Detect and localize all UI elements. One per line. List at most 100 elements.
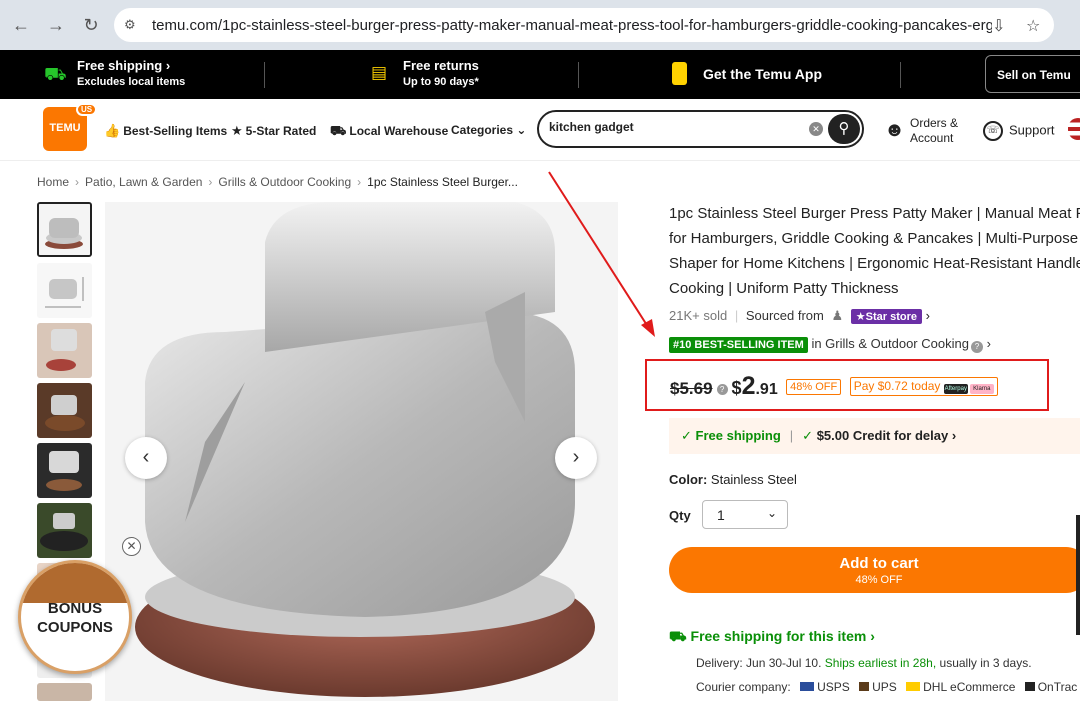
star-store-badge[interactable]: ★Star store [850,309,923,324]
delivery-ships: Ships earliest in 28h, [824,656,937,670]
browser-toolbar: ← → ↻ ⚙ temu.com/1pc-stainless-steel-bur… [0,0,1080,50]
breadcrumb-separator: › [75,175,80,189]
divider: | [734,308,739,323]
burger-press-thumb [39,204,90,255]
thumbnail[interactable] [37,323,92,378]
delivery-usual: usually in 3 days. [939,656,1032,670]
clear-search-icon[interactable]: ✕ [809,122,823,136]
color-label-key: Color: [669,472,708,487]
bookmark-star-icon[interactable]: ☆ [1026,16,1040,36]
bonus-line2: COUPONS [37,619,113,636]
back-icon[interactable]: ← [10,14,32,36]
nav-local-warehouse[interactable]: ⛟ Local Warehouse [330,123,448,141]
thumbnail[interactable] [37,683,92,701]
product-title: 1pc Stainless Steel Burger Press Patty M… [669,201,1080,301]
delivery-label: Delivery: [696,656,743,670]
quantity-select[interactable]: 1 ⌄ [702,500,788,529]
nav-five-star[interactable]: ★ 5-Star Rated [231,123,316,139]
phone-icon [672,62,687,85]
nav-local-warehouse-label: Local Warehouse [349,124,449,138]
breadcrumb: Home › Patio, Lawn & Garden › Grills & Outdo… [37,175,518,189]
free-shipping-item-link[interactable]: ⛟ Free shipping for this item › [669,628,875,647]
search-bar: ✕ ⚲ [537,110,864,148]
search-button[interactable]: ⚲ [828,114,860,144]
thumbnail[interactable] [37,383,92,438]
install-app-icon[interactable]: ⇩ [992,16,1005,36]
thumbnail[interactable] [37,263,92,318]
sell-on-temu-button[interactable]: Sell on Temu [985,55,1080,93]
side-panel-edge[interactable] [1076,515,1080,635]
credit-delay-label: $5.00 Credit for delay [816,428,949,443]
divider [264,62,265,88]
price-highlight-box [645,359,1049,411]
shipping-banner[interactable]: ✓ Free shipping | ✓ $5.00 Credit for delay… [669,418,1080,454]
orders-line1: Orders & [910,116,959,130]
reload-icon[interactable]: ↻ [80,14,102,36]
courier-info: Courier company: USPS UPS DHL eCommerce … [696,680,1077,694]
courier-label: Courier company: [696,680,791,694]
chevron-right-icon: › [165,58,171,73]
thumbnail[interactable] [37,202,92,257]
breadcrumb-grills[interactable]: Grills & Outdoor Cooking [218,175,351,189]
sold-count: 21K+ sold [669,308,728,323]
title-line: for Hamburgers, Griddle Cooking & Pancak… [669,230,1079,247]
free-shipping-label: Free shipping [695,428,781,443]
thumbnail[interactable] [37,503,92,558]
address-bar[interactable]: ⚙ temu.com/1pc-stainless-steel-burger-pr… [114,8,1054,42]
support-link[interactable]: ☏ Support [983,121,1055,141]
free-shipping-item-label: Free shipping for this item [690,628,867,644]
divider [578,62,579,88]
courier-ontrac: OnTrac [1037,680,1078,694]
chevron-right-icon[interactable]: › [926,308,930,323]
product-main-image[interactable] [105,202,618,701]
nav-categories[interactable]: Categories ⌄ [451,123,526,137]
next-image-button[interactable]: › [555,437,597,479]
thumbnail[interactable] [37,443,92,498]
sales-meta: 21K+ sold | Sourced from ♟ ★Star store › [669,308,930,324]
breadcrumb-home[interactable]: Home [37,175,69,189]
ontrac-icon [1024,682,1035,691]
breadcrumb-patio[interactable]: Patio, Lawn & Garden [85,175,202,189]
site-settings-icon[interactable]: ⚙ [124,17,140,33]
previous-image-button[interactable]: ‹ [125,437,167,479]
promo-free-returns-title: Free returns [403,58,479,73]
logo-text: TEMU [49,122,81,134]
free-returns-promo[interactable]: ▤ Free returns Up to 90 days* [371,58,479,88]
search-icon: ⚲ [838,120,850,137]
site-header: TEMU US 👍 Best-Selling Items ★ 5-Star Rate… [0,99,1080,161]
promo-free-returns-sub: Up to 90 days* [403,76,479,88]
return-box-icon: ▤ [371,63,388,82]
promo-free-shipping-sub: Excludes local items [77,76,186,88]
star-store-label: Star store [865,311,918,323]
chevron-down-icon: ⌄ [516,123,527,137]
best-selling-rank[interactable]: #10 BEST-SELLING ITEM in Grills & Outdoo… [669,336,991,353]
burger-press-image [105,202,618,701]
user-icon: ☻ [884,119,906,141]
coupon-cap [21,563,129,603]
check-icon: ✓ [802,428,814,443]
dimensions-thumb [37,263,92,318]
title-line: 1pc Stainless Steel Burger Press Patty M… [669,205,1080,222]
forward-icon[interactable]: → [45,14,67,36]
chevron-right-icon: › [870,628,875,644]
bonus-line1: BONUS [47,600,103,617]
chevron-right-icon: › [951,428,957,443]
add-to-cart-button[interactable]: Add to cart 48% OFF [669,547,1080,593]
help-icon: ? [970,341,983,353]
search-input[interactable] [549,120,789,134]
sourced-from-label: Sourced from [745,308,824,323]
nav-best-selling[interactable]: 👍 Best-Selling Items [104,123,227,139]
rank-category: in Grills & Outdoor Cooking [811,336,969,351]
support-label: Support [1009,122,1055,138]
us-flag-icon[interactable] [1068,118,1080,140]
add-to-cart-discount: 48% OFF [855,574,903,586]
url-text[interactable]: temu.com/1pc-stainless-steel-burger-pres… [152,17,992,34]
close-coupon-icon[interactable]: ✕ [122,537,141,556]
free-shipping-promo[interactable]: ⛟ Free shipping › Excludes local items [44,58,185,88]
pressing-thumb [37,323,92,378]
chevron-right-icon: › [572,446,580,468]
breadcrumb-current: 1pc Stainless Steel Burger... [367,175,518,189]
color-value: Stainless Steel [710,472,797,487]
bonus-coupons-badge[interactable]: BONUS COUPONS [18,560,132,674]
thumbs-up-icon: 👍 [104,123,121,138]
